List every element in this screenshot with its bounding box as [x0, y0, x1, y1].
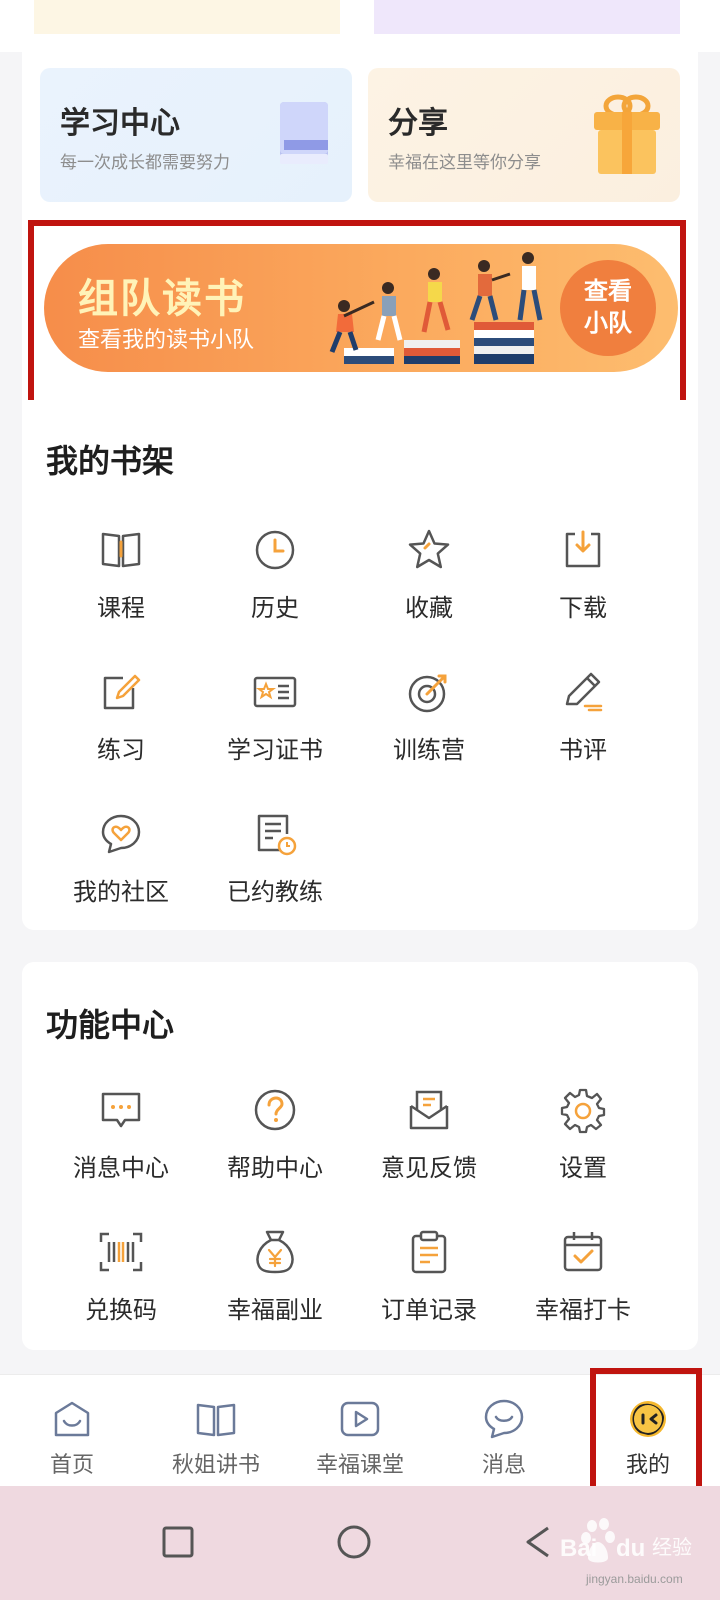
- shelf-item-label: 练习: [97, 737, 145, 764]
- banner-highlight-frame: 组队读书 查看我的读书小队 查看 小队: [28, 220, 686, 406]
- shelf-item-practice[interactable]: 练习: [44, 668, 198, 778]
- study-center-subtitle: 每一次成长都需要努力: [60, 153, 230, 172]
- shelf-item-community[interactable]: 我的社区: [44, 810, 198, 920]
- shelf-item-courses[interactable]: 课程: [44, 526, 198, 636]
- download-icon: [565, 530, 601, 568]
- shelf-item-label: 我的社区: [73, 879, 169, 906]
- func-item-label: 消息中心: [73, 1155, 169, 1182]
- play-icon: [340, 1401, 380, 1437]
- shelf-item-label: 学习证书: [227, 737, 323, 764]
- top-card-right[interactable]: [374, 0, 680, 34]
- feedback-mail-icon: [409, 1090, 449, 1130]
- nav-item-classroom[interactable]: 幸福课堂: [288, 1375, 432, 1487]
- nav-item-messages[interactable]: 消息: [432, 1375, 576, 1487]
- function-center-section: 功能中心 消息中心 帮助中心 意见反馈 设置 兑换码 幸福副业 订单记录 幸福打…: [22, 962, 698, 1350]
- nav-label: 秋姐讲书: [171, 1452, 260, 1477]
- shelf-item-label: 历史: [251, 595, 299, 622]
- func-item-settings[interactable]: 设置: [506, 1086, 660, 1196]
- nav-label: 消息: [481, 1452, 526, 1477]
- home-circle-icon[interactable]: [334, 1522, 374, 1562]
- func-item-order-records[interactable]: 订单记录: [352, 1228, 506, 1338]
- view-team-label-2: 小队: [584, 310, 632, 337]
- chat-bubble-icon: [484, 1399, 524, 1439]
- book-open-icon: [101, 532, 141, 568]
- certificate-icon: [253, 676, 297, 708]
- share-card[interactable]: 分享 幸福在这里等你分享: [368, 68, 680, 202]
- gear-icon: [560, 1088, 606, 1134]
- shelf-item-training-camp[interactable]: 训练营: [352, 668, 506, 778]
- shelf-item-label: 已约教练: [227, 879, 323, 906]
- help-icon: [254, 1089, 296, 1131]
- money-bag-icon: [256, 1230, 294, 1274]
- svg-text:经验: 经验: [652, 1535, 692, 1559]
- pen-icon: [565, 672, 603, 712]
- shelf-item-label: 下载: [559, 595, 607, 622]
- clipboard-icon: [411, 1230, 447, 1274]
- func-item-label: 帮助中心: [227, 1155, 323, 1182]
- func-item-redeem-code[interactable]: 兑换码: [44, 1228, 198, 1338]
- study-center-title: 学习中心: [60, 107, 180, 140]
- recent-apps-icon[interactable]: [158, 1522, 198, 1562]
- func-item-message-center[interactable]: 消息中心: [44, 1086, 198, 1196]
- bookshelf-title: 我的书架: [46, 443, 175, 479]
- func-item-label: 兑换码: [85, 1297, 157, 1324]
- nav-item-book-talk[interactable]: 秋姐讲书: [144, 1375, 288, 1487]
- shelf-item-downloads[interactable]: 下载: [506, 526, 660, 636]
- shelf-item-book-review[interactable]: 书评: [506, 668, 660, 778]
- book-stack-icon: [280, 102, 328, 164]
- nav-label: 幸福课堂: [315, 1452, 404, 1477]
- shelf-item-label: 训练营: [393, 737, 465, 764]
- svg-text:du: du: [616, 1535, 645, 1562]
- top-card-left[interactable]: [34, 0, 340, 34]
- func-item-label: 幸福打卡: [535, 1297, 631, 1324]
- baidu-watermark-logo: Bai du 经验: [560, 1518, 692, 1563]
- shelf-item-history[interactable]: 历史: [198, 526, 352, 636]
- svg-text:Bai: Bai: [560, 1535, 597, 1562]
- func-item-label: 设置: [559, 1155, 607, 1182]
- func-item-feedback[interactable]: 意见反馈: [352, 1086, 506, 1196]
- study-center-card[interactable]: 学习中心 每一次成长都需要努力: [40, 68, 352, 202]
- gift-box-icon: [594, 94, 660, 174]
- banner-title: 组队读书: [78, 277, 246, 321]
- func-item-help-center[interactable]: 帮助中心: [198, 1086, 352, 1196]
- climbing-people-illustration: [329, 252, 543, 364]
- shelf-item-certificate[interactable]: 学习证书: [198, 668, 352, 778]
- home-smile-icon: [54, 1401, 90, 1437]
- target-icon: [408, 674, 447, 713]
- edit-icon: [103, 674, 141, 710]
- clock-icon: [255, 530, 295, 570]
- mine-highlight-frame: [590, 1368, 702, 1494]
- star-icon: [408, 529, 450, 569]
- view-team-button[interactable]: 查看 小队: [560, 260, 656, 356]
- shelf-item-label: 书评: [559, 737, 607, 764]
- shelf-item-booked-coach[interactable]: 已约教练: [198, 810, 352, 920]
- share-subtitle: 幸福在这里等你分享: [388, 153, 541, 172]
- function-center-title: 功能中心: [46, 1007, 175, 1043]
- nav-label: 首页: [49, 1452, 94, 1477]
- book-icon: [196, 1403, 236, 1437]
- nav-item-home[interactable]: 首页: [0, 1375, 144, 1487]
- schedule-doc-icon: [257, 814, 297, 856]
- message-icon: [101, 1092, 141, 1128]
- calendar-check-icon: [563, 1232, 603, 1272]
- shelf-item-label: 课程: [97, 595, 145, 622]
- func-item-label: 订单记录: [381, 1297, 477, 1324]
- watermark-url: jingyan.baidu.com: [586, 1572, 683, 1586]
- team-reading-banner[interactable]: 组队读书 查看我的读书小队 查看 小队: [44, 244, 678, 372]
- shelf-item-favorites[interactable]: 收藏: [352, 526, 506, 636]
- back-icon[interactable]: [518, 1522, 558, 1562]
- func-item-label: 意见反馈: [381, 1155, 477, 1182]
- view-team-label-1: 查看: [584, 278, 632, 305]
- func-item-side-business[interactable]: 幸福副业: [198, 1228, 352, 1338]
- share-title: 分享: [388, 107, 448, 140]
- func-item-check-in[interactable]: 幸福打卡: [506, 1228, 660, 1338]
- heart-chat-icon: [101, 814, 141, 854]
- shelf-item-label: 收藏: [405, 595, 453, 622]
- my-bookshelf-section: 我的书架 课程 历史 收藏 下载 练习 学习证书 训练营 书评 我的社区 已约教…: [22, 400, 698, 930]
- barcode-icon: [99, 1232, 143, 1272]
- func-item-label: 幸福副业: [227, 1297, 323, 1324]
- banner-subtitle: 查看我的读书小队: [78, 327, 255, 352]
